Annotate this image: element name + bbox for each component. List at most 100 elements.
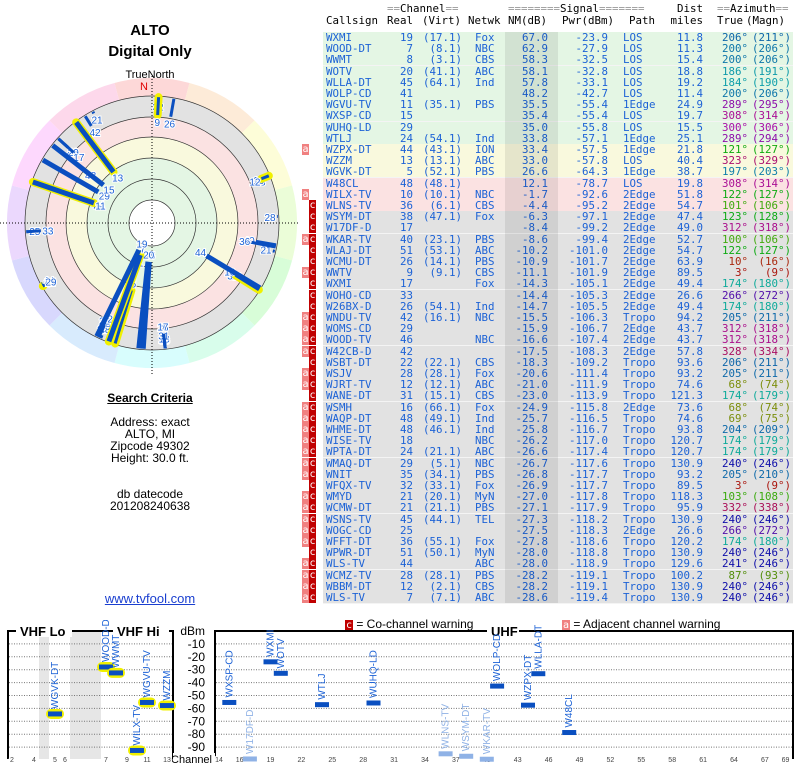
- nm-db: -26.6: [515, 445, 548, 459]
- nm-db: 26.6: [521, 165, 548, 179]
- azimuth-magn: (334°): [751, 344, 791, 358]
- nm-db: -14.4: [515, 288, 548, 302]
- station-signal-marker: [273, 670, 288, 676]
- co-channel-warning-flag: c: [309, 569, 316, 581]
- azimuth-magn: (74°): [758, 400, 791, 414]
- channel-tick-label: 34: [421, 757, 429, 764]
- station-signal-marker: [140, 699, 154, 705]
- adjacent-warning-flag: a: [302, 267, 309, 279]
- co-channel-warning-flag: c: [309, 222, 316, 234]
- tvfool-link[interactable]: www.tvfool.com: [105, 591, 195, 606]
- adjacent-warning-flag: a: [302, 379, 309, 391]
- channel-tick-label: 5: [53, 757, 57, 764]
- co-channel-warning-flag: c: [309, 233, 316, 245]
- path: Tropo: [623, 568, 656, 582]
- real: 40: [399, 232, 413, 246]
- col-callsign: Callsign: [326, 14, 379, 27]
- dist-miles: 130.9: [670, 591, 703, 604]
- search-criteria-title: Search Criteria: [107, 391, 193, 405]
- azimuth-magn: (106°): [751, 232, 791, 246]
- pwr-dbm: -117.6: [568, 456, 608, 470]
- network: NBC: [475, 311, 495, 324]
- station-row[interactable]: WNIT 35 (34.1) PBS -26.8 -117.7 Tropo 93.2 205°(…: [323, 468, 793, 481]
- station-signal-marker: [109, 670, 123, 676]
- nm-db: -14.3: [515, 277, 548, 291]
- azimuth-magn: (246°): [751, 456, 791, 470]
- station-row[interactable]: WLAJ-DT 51 (53.1) ABC -10.2 -101.0 2Edge 54.7 12…: [323, 244, 793, 257]
- dist-miles: 43.7: [676, 333, 703, 347]
- station-row[interactable]: WANE-DT 31 (15.1) CBS -23.0 -113.9 Tropo 121.3 1…: [323, 389, 793, 403]
- network: Fox: [475, 277, 495, 291]
- virt: (28.1): [422, 568, 462, 582]
- azimuth-magn: (318°): [751, 333, 791, 347]
- pwr-dbm: -117.4: [568, 445, 608, 459]
- station-channel-label: 33: [42, 226, 54, 237]
- co-channel-warning-flag: c: [309, 401, 316, 413]
- station-signal-marker: [242, 756, 257, 762]
- adjacent-warning-flag: a: [302, 368, 309, 379]
- path: Tropo: [623, 389, 656, 403]
- virt: (52.1): [422, 165, 462, 179]
- channel-axis-label: Channel: [171, 754, 212, 766]
- co-channel-warning-flag: c: [309, 379, 316, 391]
- real: 29: [399, 456, 413, 470]
- channel-tick-label: 22: [298, 757, 306, 764]
- co-channel-warning-flag: c: [309, 580, 316, 592]
- dist-miles: 73.6: [676, 400, 703, 414]
- co-channel-warning-flag: c: [309, 256, 316, 267]
- co-channel-warning-flag: c: [309, 345, 316, 357]
- path: LOS: [623, 53, 643, 67]
- azimuth-true: 312°: [721, 333, 748, 347]
- station-row[interactable]: WLS-TV 44 ABC -28.0 -118.9 Tropo 129.6 241° (246…: [323, 558, 793, 571]
- col-netwk: Netwk: [468, 14, 501, 27]
- adjacent-warning-flag: a: [302, 502, 309, 514]
- dbm-tick-label: -30: [188, 663, 206, 677]
- adjacent-warning-flag: a: [302, 536, 309, 547]
- station-channel-label: 26: [164, 120, 176, 131]
- co-channel-warning-flag: c: [309, 267, 316, 279]
- azimuth-magn: (272°): [751, 288, 791, 302]
- station-channel-label: 28: [264, 213, 276, 224]
- adjacent-warning-flag: a: [302, 513, 309, 525]
- co-channel-warning-flag: c: [309, 513, 316, 525]
- station-marker-label: WGVK-DT: [50, 662, 61, 709]
- col-magn: (Magn): [746, 14, 786, 27]
- azimuth-magn: (314°): [751, 176, 791, 190]
- pwr-dbm: -115.8: [568, 400, 608, 414]
- dist-miles: 15.5: [676, 120, 703, 134]
- station-row[interactable]: WSMH 16 (66.1) Fox -24.9 -115.8 2Edge 73.6 68° (7…: [323, 400, 793, 414]
- nm-db: 58.1: [521, 64, 548, 78]
- station-marker-label: WKAR-TV: [482, 708, 493, 754]
- adjacent-warning-flag: a: [302, 580, 309, 592]
- nm-db: 12.1: [521, 176, 548, 190]
- station-channel-label: 9: [155, 118, 161, 129]
- real: 15: [399, 109, 413, 123]
- station-marker-label: W48CL: [564, 694, 575, 728]
- virt: (21.1): [422, 445, 462, 459]
- channel-tick-label: 14: [215, 757, 223, 764]
- station-row[interactable]: WCMU-DT 26 (14.1) PBS -10.9 -101.7 2Edge 63.9 10…: [323, 256, 793, 268]
- azimuth-true: 308°: [721, 176, 748, 190]
- station-row[interactable]: WSJV 28 (28.1) Fox -20.6 -111.4 Tropo 93.2 205°(…: [323, 368, 793, 380]
- pwr-dbm: -117.9: [568, 501, 608, 515]
- path: Tropo: [623, 456, 656, 470]
- virt: (48.1): [422, 176, 462, 190]
- network: PBS: [475, 232, 495, 246]
- network: TEL: [475, 512, 495, 526]
- pwr-dbm: -105.3: [568, 288, 608, 302]
- callsign: WXMI: [326, 277, 353, 291]
- vhf-lo-label: VHF Lo: [20, 624, 66, 639]
- channel-tick-label: 9: [125, 757, 129, 764]
- callsign: W17DF-D: [326, 221, 372, 235]
- azimuth-magn: (338°): [751, 501, 791, 515]
- pwr-dbm: -32.5: [575, 53, 608, 67]
- virt: (7.1): [429, 591, 462, 604]
- azimuth-true: 240°: [721, 512, 748, 526]
- path: Tropo: [623, 501, 656, 515]
- co-channel-warning-flag: c: [309, 300, 316, 312]
- network: PBS: [475, 501, 495, 515]
- real: 45: [399, 512, 413, 526]
- station-marker-label: WOTV: [276, 638, 287, 668]
- station-row[interactable]: WLS-TV 7 (7.1) ABC -28.6 -119.4 Tropo 130.9 240°…: [323, 592, 793, 604]
- station-marker-label: WUHQ-LD: [369, 650, 380, 698]
